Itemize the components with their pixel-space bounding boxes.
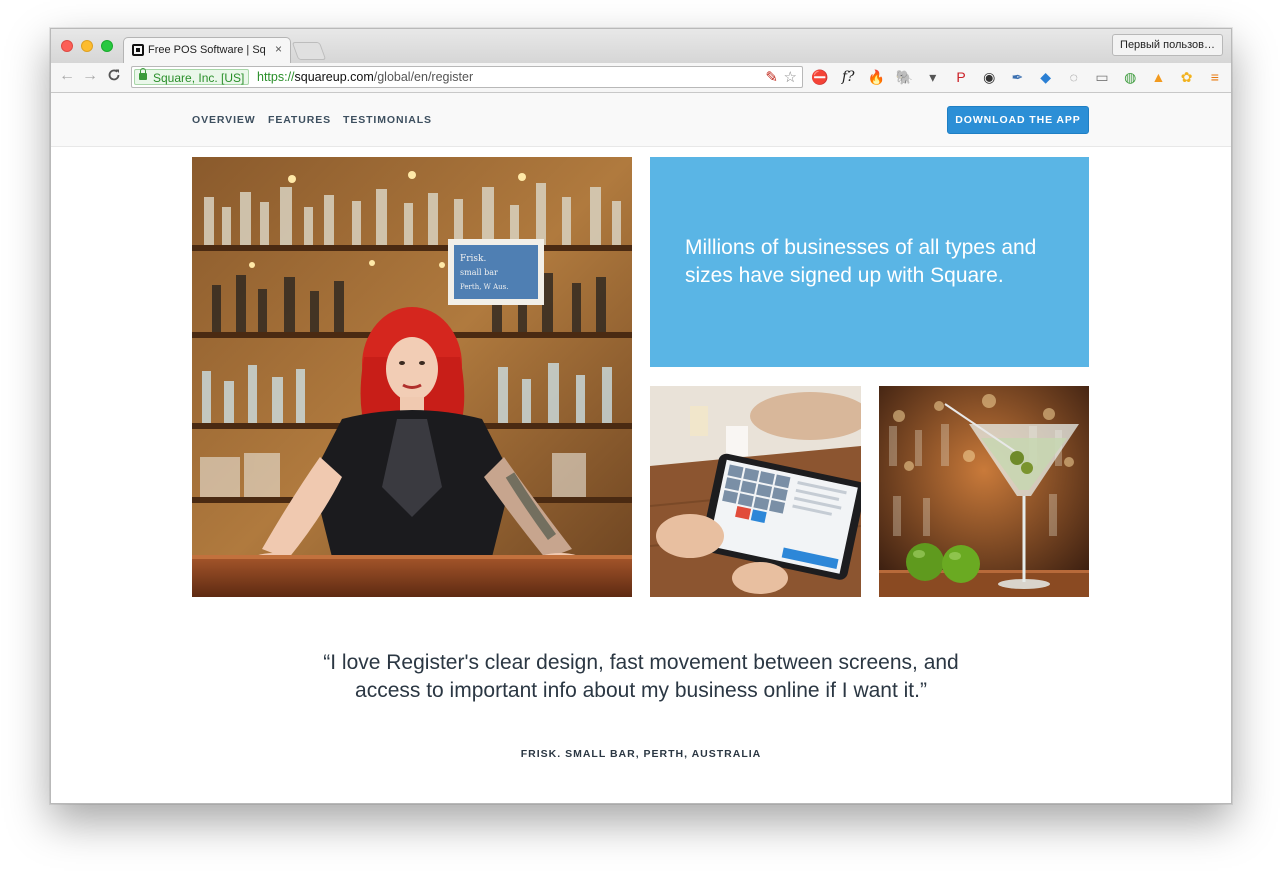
analytics-icon[interactable]: ▲: [1149, 68, 1167, 86]
pinterest-icon[interactable]: P: [952, 68, 970, 86]
tab-strip: Free POS Software | Square × Первый поль…: [51, 29, 1231, 63]
reload-icon[interactable]: [107, 68, 121, 86]
sub-navigation: OVERVIEW FEATURES TESTIMONIALS DOWNLOAD …: [51, 93, 1231, 147]
tab-close-icon[interactable]: ×: [275, 42, 282, 56]
zoom-window-button[interactable]: [101, 40, 113, 52]
lock-icon: [139, 68, 147, 80]
evernote-icon[interactable]: 🐘: [896, 68, 914, 86]
reader-icon[interactable]: ▭: [1093, 68, 1111, 86]
tablet-photo: [650, 386, 861, 597]
nav-link-features[interactable]: FEATURES: [268, 114, 331, 126]
reload-glyph: [108, 69, 120, 81]
bartender-photo: Frisk. small bar Perth, W Aus.: [192, 157, 632, 597]
profile-button[interactable]: Первый пользов…: [1112, 34, 1223, 56]
font-finder-icon[interactable]: f?: [839, 68, 857, 86]
paw-icon[interactable]: ✿: [1178, 68, 1196, 86]
browser-window: Free POS Software | Square × Первый поль…: [50, 28, 1232, 804]
tab-square[interactable]: Free POS Software | Square ×: [123, 37, 291, 63]
tablet-image: [650, 386, 861, 597]
chalkboard-text-3: Perth, W Aus.: [460, 283, 508, 291]
refresh-circle-icon[interactable]: ◌: [1065, 68, 1083, 86]
url-host: squareup.com: [294, 70, 374, 84]
url-text[interactable]: https://squareup.com/global/en/register: [257, 70, 473, 84]
hero-text-panel: Millions of businesses of all types and …: [650, 157, 1089, 367]
chalkboard-text-2: small bar: [460, 268, 498, 277]
eyedropper-icon[interactable]: ✒: [1008, 68, 1026, 86]
new-tab-button[interactable]: [291, 42, 327, 60]
square-favicon-icon: [132, 44, 144, 56]
ev-certificate-badge[interactable]: Square, Inc. [US]: [134, 68, 250, 85]
address-bar[interactable]: Square, Inc. [US] https://squareup.com/g…: [131, 66, 803, 88]
testimonial-quote: “I love Register's clear design, fast mo…: [323, 651, 959, 702]
nav-link-testimonials[interactable]: TESTIMONIALS: [343, 114, 432, 126]
url-path: /global/en/register: [373, 70, 474, 84]
back-arrow-icon[interactable]: ←: [59, 67, 75, 85]
diamond-icon[interactable]: ◆: [1037, 68, 1055, 86]
ev-label: Square, Inc. [US]: [153, 71, 245, 85]
square-extension-icon[interactable]: ✎: [765, 68, 778, 86]
page-content: OVERVIEW FEATURES TESTIMONIALS DOWNLOAD …: [51, 93, 1231, 803]
testimonial-attribution: FRISK. SMALL BAR, PERTH, AUSTRALIA: [520, 748, 762, 760]
pocket-icon[interactable]: ▾: [924, 68, 942, 86]
hero-text: Millions of businesses of all types and …: [685, 236, 1037, 287]
bartender-image: Frisk. small bar Perth, W Aus.: [192, 157, 632, 597]
flame-icon[interactable]: 🔥: [867, 68, 885, 86]
close-window-button[interactable]: [61, 40, 73, 52]
url-scheme: https://: [257, 70, 295, 84]
menu-icon[interactable]: ≡: [1206, 68, 1224, 86]
bookmark-star-icon[interactable]: ☆: [784, 68, 797, 86]
chalkboard-text: Frisk.: [460, 254, 486, 264]
tab-title: Free POS Software | Square: [148, 44, 266, 56]
minimize-window-button[interactable]: [81, 40, 93, 52]
badge-extension-icon[interactable]: ◍: [1121, 68, 1139, 86]
cocktail-photo: [879, 386, 1089, 597]
nav-link-overview[interactable]: OVERVIEW: [192, 114, 256, 126]
browser-toolbar: ← → Square, Inc. [US] https://squareup.c…: [51, 63, 1231, 93]
forward-arrow-icon[interactable]: →: [82, 67, 98, 85]
color-wheel-icon[interactable]: ◉: [980, 68, 998, 86]
adblock-icon[interactable]: ⛔: [811, 68, 829, 86]
cocktail-image: [879, 386, 1089, 597]
download-app-button[interactable]: DOWNLOAD THE APP: [947, 106, 1089, 134]
